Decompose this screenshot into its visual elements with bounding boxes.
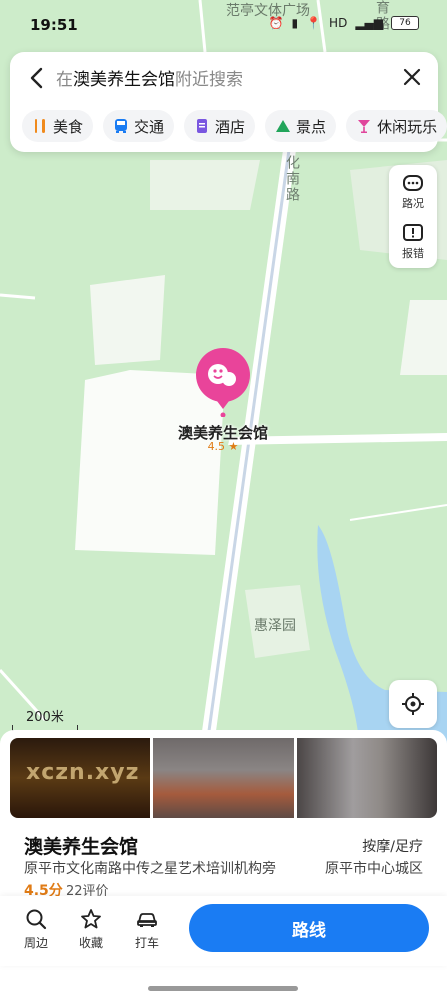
search-icon <box>26 909 47 930</box>
chip-label: 景点 <box>296 117 327 136</box>
star-icon <box>81 909 101 929</box>
taxi-label: 打车 <box>134 936 159 950</box>
map-scale: 200米 <box>12 706 78 731</box>
signal-icon: ▂▄▆ <box>355 16 383 30</box>
back-arrow-icon[interactable] <box>26 66 48 90</box>
photo-room[interactable] <box>153 738 294 818</box>
shop-area: 原平市中心城区 <box>325 861 423 877</box>
alarm-icon: ⏰ <box>268 16 284 30</box>
report-button[interactable]: 报错 <box>389 217 437 267</box>
nearby-button[interactable]: 周边 <box>14 908 58 951</box>
close-icon[interactable] <box>402 67 422 87</box>
nearby-label: 周边 <box>23 936 48 950</box>
search-prefix: 在 <box>56 70 73 90</box>
status-time: 19:51 <box>30 16 78 34</box>
search-input[interactable]: 在澳美养生会馆附近搜索 <box>56 65 243 90</box>
chip-label: 酒店 <box>215 117 246 136</box>
home-indicator[interactable] <box>148 986 298 991</box>
car-icon <box>137 913 157 927</box>
chat-dots-icon <box>403 175 423 191</box>
chip-label: 交通 <box>134 117 165 136</box>
search-suffix: 附近搜索 <box>175 70 243 90</box>
shop-address: 原平市文化南路中传之星艺术培训机构旁 <box>24 861 276 877</box>
chip-label: 美食 <box>53 117 84 136</box>
cocktail-icon <box>358 120 371 133</box>
shop-name[interactable]: 澳美养生会馆 <box>24 832 138 859</box>
hd-icon: HD <box>329 16 348 30</box>
status-icons: ⏰ ▮ 📍 HD ▂▄▆ 76 <box>269 16 419 30</box>
map-label-park: 惠泽园 <box>254 618 296 634</box>
map-label-road: 化南路 <box>284 155 300 203</box>
search-card: 在澳美养生会馆附近搜索 美食 交通 酒店 景点 休闲玩乐 <box>10 52 447 152</box>
chip-food[interactable]: 美食 <box>22 110 94 142</box>
scale-text: 200米 <box>26 710 64 725</box>
favorite-label: 收藏 <box>78 936 103 950</box>
locate-button[interactable] <box>389 680 437 728</box>
category-chips: 美食 交通 酒店 景点 休闲玩乐 <box>22 110 447 142</box>
search-place: 澳美养生会馆 <box>73 70 175 90</box>
mountain-icon <box>276 120 291 132</box>
route-button[interactable]: 路线 <box>189 904 429 952</box>
bus-icon <box>115 119 128 133</box>
fork-knife-icon <box>35 119 45 133</box>
chip-label: 休闲玩乐 <box>377 117 438 136</box>
hotel-icon <box>197 119 208 133</box>
photo-corridor[interactable] <box>296 738 437 818</box>
action-bar: 周边 收藏 打车 路线 <box>0 896 447 966</box>
alert-box-icon <box>403 224 423 241</box>
photo-watermark: xczn.xyz <box>26 760 140 785</box>
photo-strip[interactable]: xczn.xyz <box>10 738 437 818</box>
status-bar: 19:51 ⏰ ▮ 📍 HD ▂▄▆ 76 <box>0 0 447 50</box>
chip-scenic[interactable]: 景点 <box>265 110 337 142</box>
crosshair-icon <box>402 693 424 715</box>
poi-rating-label: 4.5 ★ <box>207 440 239 453</box>
photo-storefront[interactable]: xczn.xyz <box>10 738 151 818</box>
location-icon: 📍 <box>306 16 322 30</box>
map-tools: 路况 报错 <box>389 165 437 268</box>
shop-category: 按摩/足疗 <box>362 839 423 855</box>
chip-leisure[interactable]: 休闲玩乐 <box>346 110 447 142</box>
poi-marker-icon[interactable] <box>194 347 252 417</box>
traffic-label: 路况 <box>402 197 424 210</box>
poi-detail-sheet[interactable]: xczn.xyz 澳美养生会馆 按摩/足疗 原平市文化南路中传之星艺术培训机构旁… <box>0 730 447 1000</box>
taxi-button[interactable]: 打车 <box>125 908 169 951</box>
search-bar[interactable]: 在澳美养生会馆附近搜索 <box>10 60 438 96</box>
chip-transport[interactable]: 交通 <box>103 110 175 142</box>
battery-icon: 76 <box>391 16 419 30</box>
chip-hotel[interactable]: 酒店 <box>184 110 256 142</box>
vibrate-icon: ▮ <box>291 16 299 30</box>
report-label: 报错 <box>402 247 424 260</box>
favorite-button[interactable]: 收藏 <box>69 908 113 951</box>
traffic-button[interactable]: 路况 <box>389 167 437 217</box>
